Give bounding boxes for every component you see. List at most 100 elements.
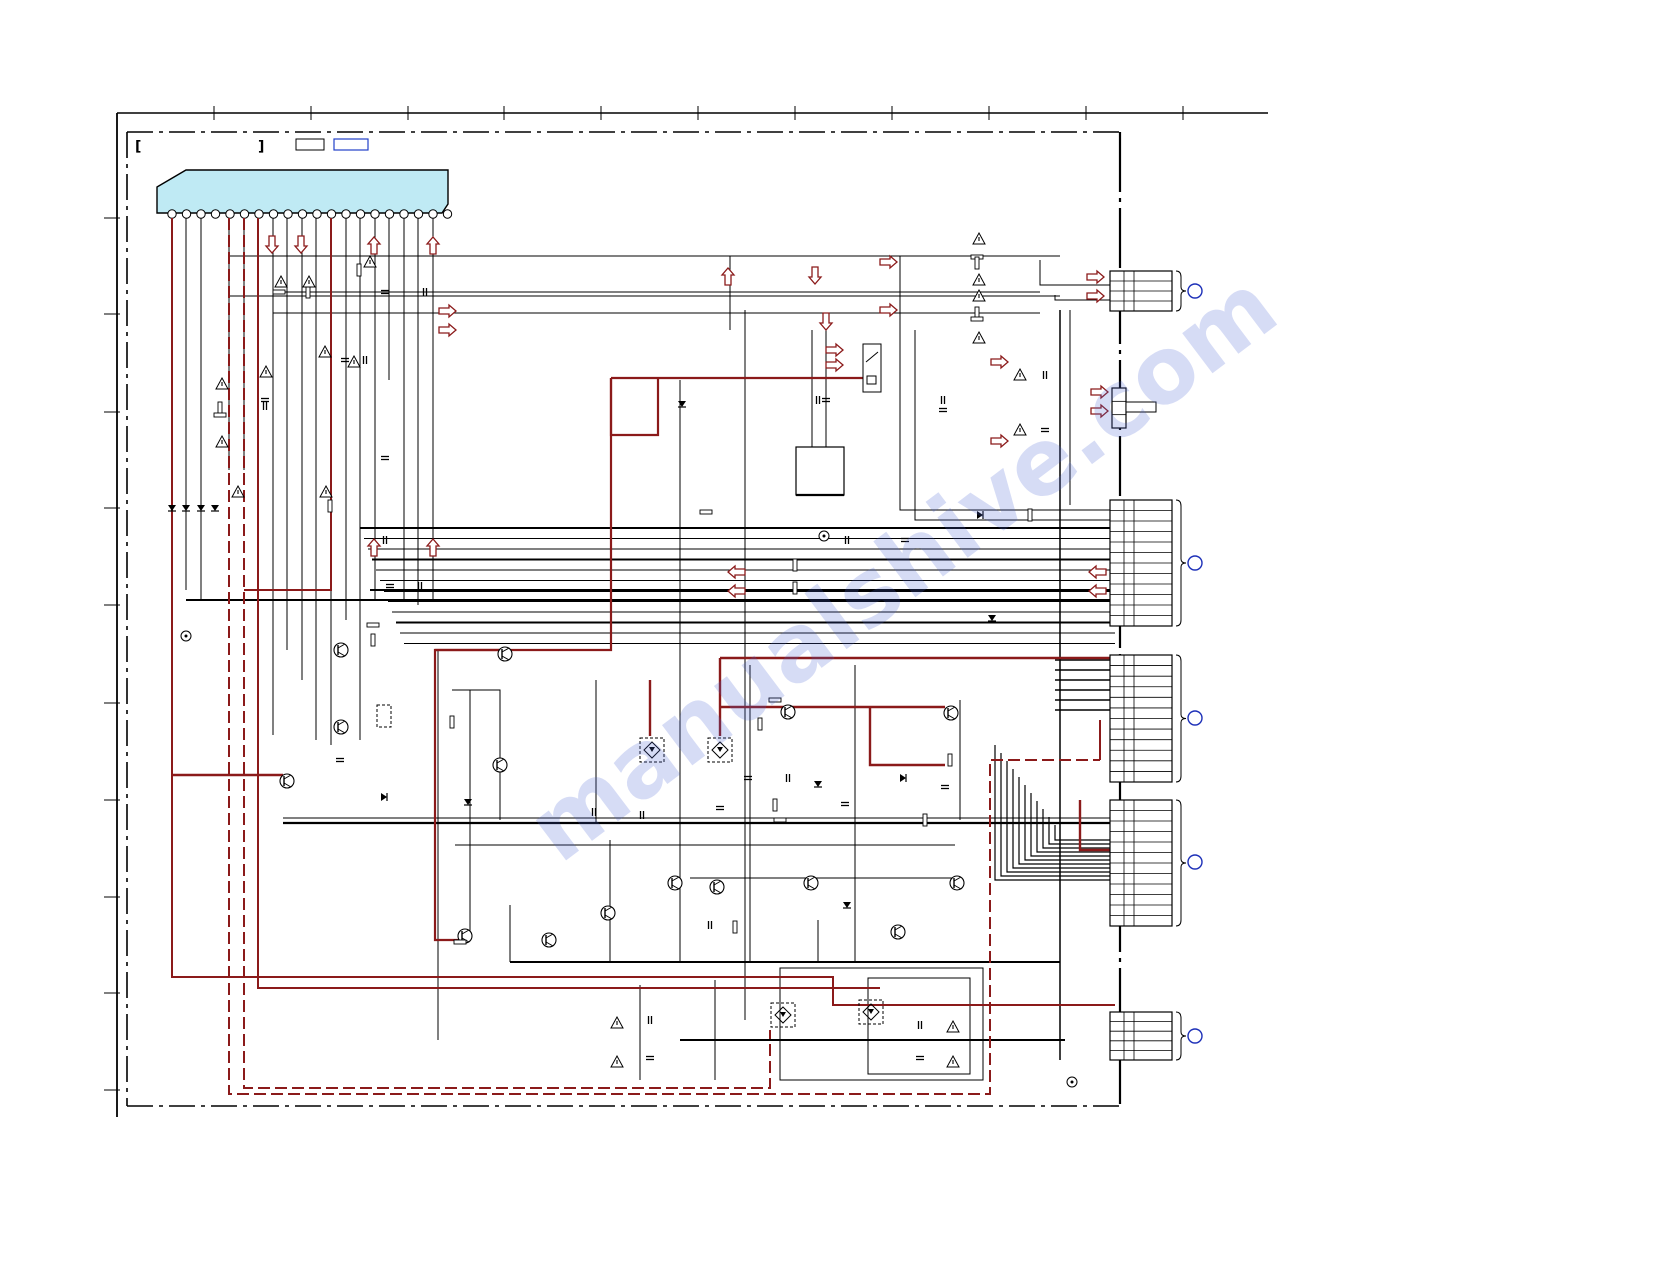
transistor-body bbox=[541, 932, 557, 948]
diode-icon bbox=[197, 505, 205, 512]
power-line bbox=[1078, 800, 1110, 852]
arrow-icon bbox=[1086, 269, 1105, 285]
connector-marker bbox=[1187, 555, 1203, 571]
resistor-icon bbox=[356, 263, 362, 277]
resistor-body bbox=[699, 509, 713, 515]
bracket-open: [ bbox=[135, 139, 141, 155]
arrow-icon bbox=[879, 302, 898, 318]
arrow-icon bbox=[438, 303, 457, 319]
capacitor-icon bbox=[707, 921, 713, 929]
arrow-shape bbox=[818, 312, 834, 331]
resistor-icon bbox=[699, 509, 713, 515]
transistor-body bbox=[667, 875, 683, 891]
arrow-shape bbox=[264, 235, 280, 254]
diode-icon bbox=[381, 793, 388, 801]
diode-icon bbox=[843, 902, 851, 909]
transistor-icon bbox=[600, 905, 616, 921]
grid-ruler bbox=[104, 106, 1184, 1091]
header-pin bbox=[442, 209, 453, 219]
connector-brace bbox=[1175, 499, 1187, 627]
wire bbox=[452, 689, 501, 820]
resistor-body bbox=[773, 817, 787, 823]
warning-triangle-icon bbox=[215, 434, 229, 448]
ground-dot bbox=[822, 534, 826, 538]
warning-triangle-icon bbox=[972, 231, 986, 245]
arrow-shape bbox=[879, 254, 898, 270]
connector-cn-mid bbox=[1109, 499, 1203, 627]
header-pin bbox=[428, 209, 438, 219]
warning-triangle-icon bbox=[946, 1054, 960, 1068]
arrow-shape bbox=[807, 266, 823, 285]
diode-icon bbox=[211, 505, 219, 512]
arrow-shape bbox=[425, 236, 441, 255]
ground-dot bbox=[1070, 1080, 1074, 1084]
annotations: [] bbox=[135, 138, 369, 155]
transistor-icon bbox=[333, 719, 349, 735]
arrow-shape bbox=[366, 538, 382, 557]
diode-body bbox=[900, 774, 906, 782]
legend-box-blue bbox=[333, 138, 369, 151]
board-outline bbox=[126, 131, 1122, 1107]
arrow-icon bbox=[727, 583, 746, 599]
components bbox=[168, 231, 1109, 1088]
resistor-body bbox=[947, 753, 953, 767]
arrow-shape bbox=[727, 564, 746, 580]
diode-icon bbox=[900, 774, 907, 782]
arrow-shape bbox=[1088, 564, 1107, 580]
ic-header-strip bbox=[156, 169, 453, 219]
warning-triangle-icon bbox=[215, 376, 229, 390]
transistor-icon bbox=[333, 642, 349, 658]
header-pin bbox=[167, 209, 177, 219]
schematic-diagram: [] manualshive.com bbox=[104, 106, 1296, 1117]
header-pin bbox=[326, 209, 337, 219]
capacitor-icon bbox=[916, 1055, 924, 1061]
resistor-body bbox=[772, 798, 778, 812]
header-pin bbox=[384, 209, 395, 219]
capacitor-icon bbox=[1042, 371, 1048, 379]
arrow-shape bbox=[366, 236, 382, 255]
capacitor-icon bbox=[417, 582, 423, 590]
bridge-rectifier-icon bbox=[858, 999, 884, 1025]
connector-brace bbox=[1175, 1011, 1187, 1061]
arrow-shape bbox=[438, 303, 457, 319]
capacitor-icon bbox=[815, 396, 821, 404]
diode-body bbox=[197, 505, 205, 511]
transistor-icon bbox=[541, 932, 557, 948]
power-line bbox=[868, 707, 945, 767]
resistor-body bbox=[792, 558, 798, 572]
diode-body bbox=[182, 505, 190, 511]
resistor-icon bbox=[772, 798, 778, 812]
header-pin bbox=[254, 209, 264, 219]
header-pin bbox=[341, 209, 351, 219]
transistor-body bbox=[333, 642, 349, 658]
transistor-icon bbox=[949, 875, 965, 891]
watermark: manualshive.com bbox=[509, 252, 1296, 882]
feed-line bbox=[1054, 825, 1115, 841]
header-pin bbox=[413, 209, 424, 219]
resistor-body bbox=[453, 939, 467, 945]
connector-marker bbox=[1187, 1028, 1203, 1044]
header-pin bbox=[196, 209, 206, 219]
diode-body bbox=[814, 781, 822, 787]
transistor-body bbox=[333, 719, 349, 735]
resistor-body bbox=[974, 256, 980, 270]
resistor-body bbox=[370, 633, 376, 647]
resistor-icon bbox=[217, 401, 223, 415]
header-pin bbox=[297, 209, 308, 219]
relay-body bbox=[862, 343, 882, 393]
resistor-body bbox=[732, 920, 738, 934]
resistor-icon bbox=[947, 753, 953, 767]
header-body bbox=[156, 169, 449, 214]
warning-triangle-icon bbox=[610, 1015, 624, 1029]
transistor-body bbox=[949, 875, 965, 891]
capacitor-icon bbox=[841, 801, 849, 807]
bridge-rectifier-icon bbox=[770, 1002, 796, 1028]
warning-triangle-icon bbox=[274, 274, 288, 288]
capacitor-icon bbox=[716, 805, 724, 811]
capacitor-icon bbox=[940, 396, 946, 404]
resistor-icon bbox=[305, 285, 311, 299]
wire bbox=[1039, 260, 1115, 286]
arrow-shape bbox=[293, 235, 309, 254]
capacitor-icon bbox=[261, 397, 269, 403]
header-pin bbox=[283, 209, 293, 219]
